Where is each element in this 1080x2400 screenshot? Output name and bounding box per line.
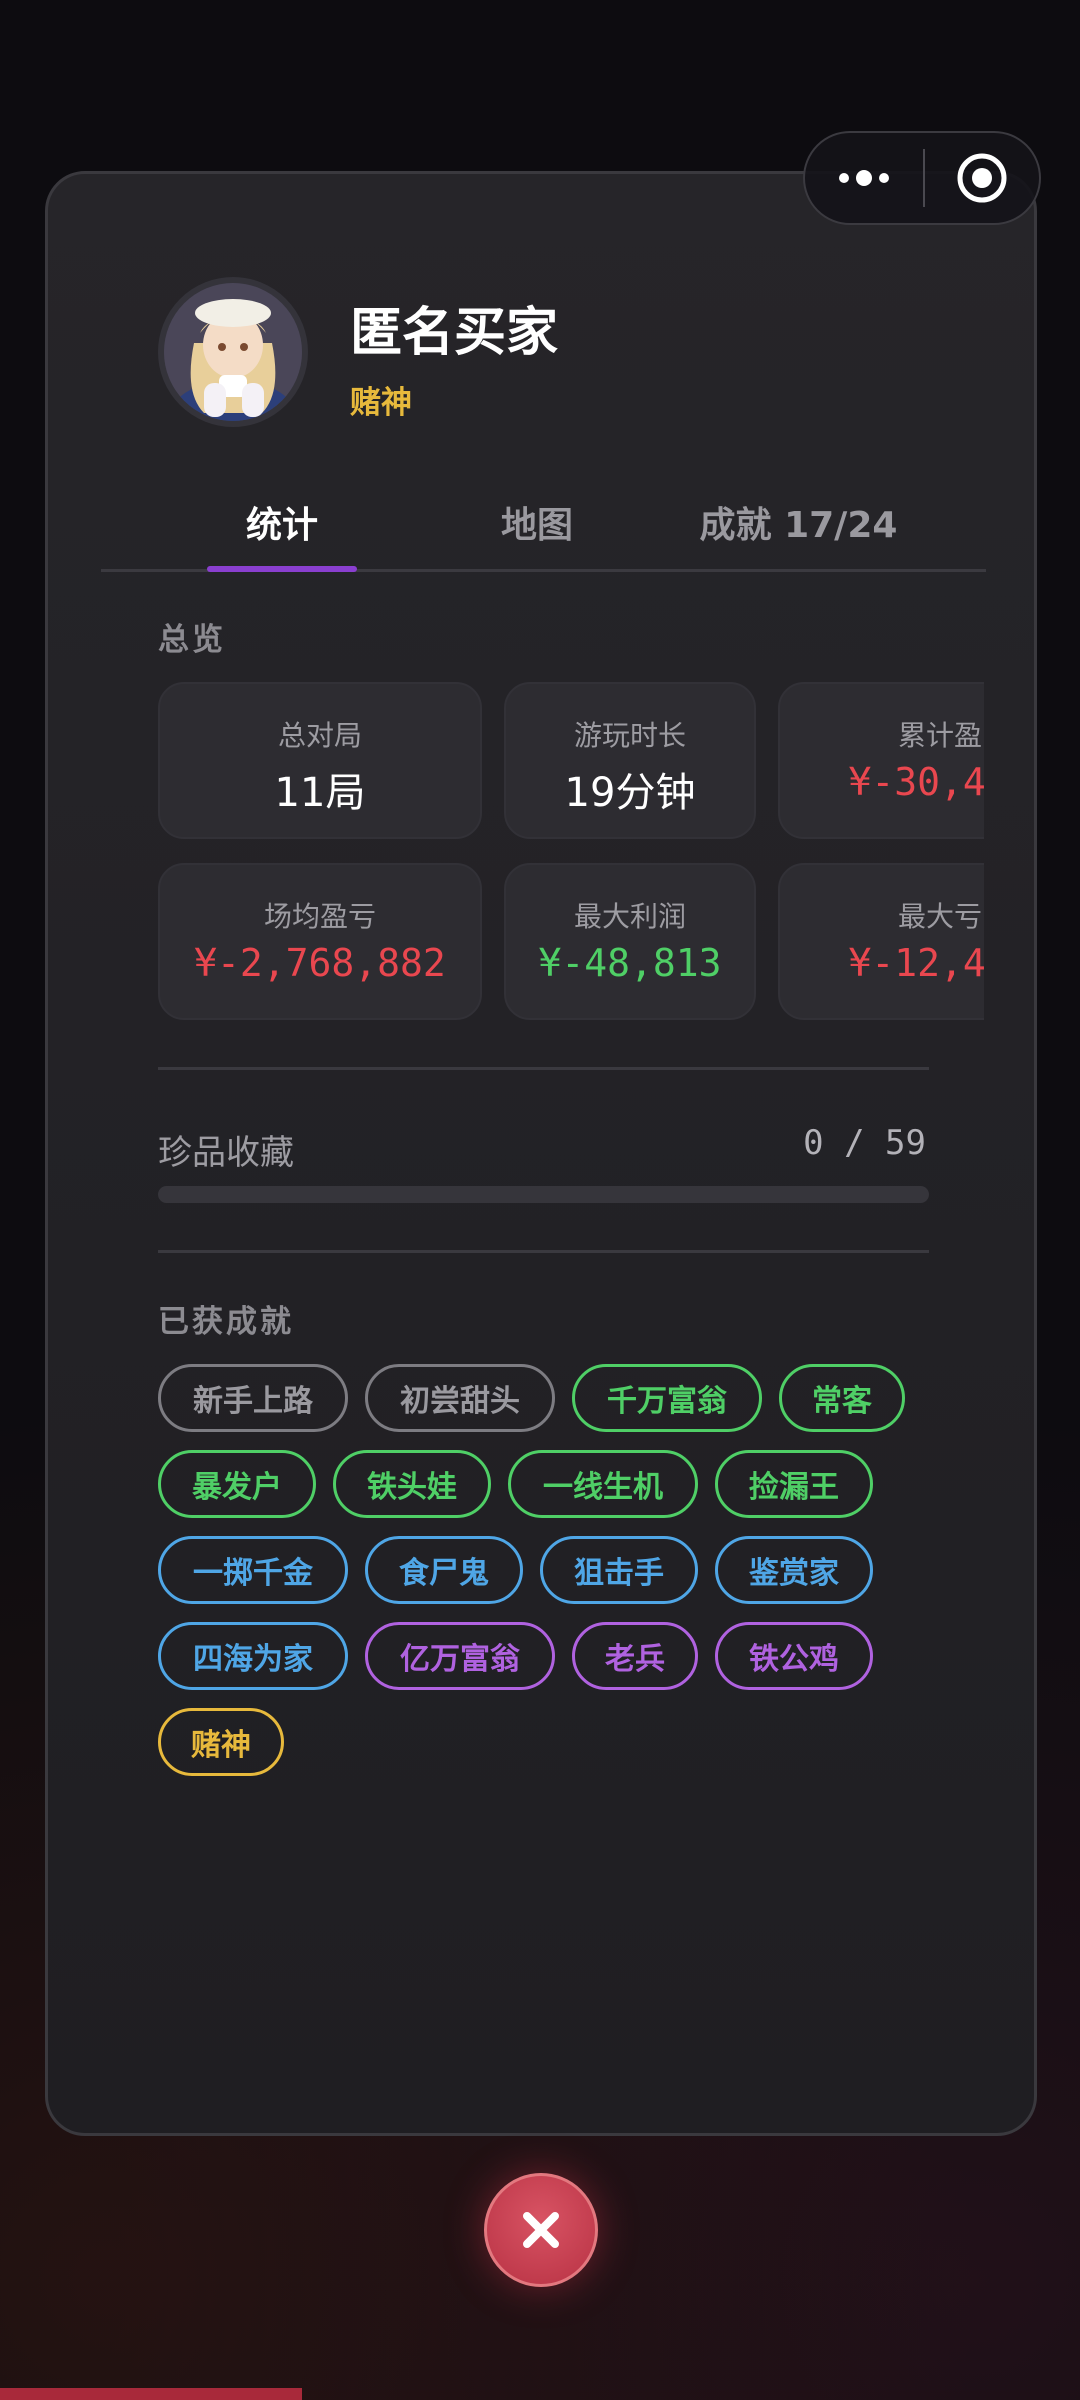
stat-play-time: 游玩时长 19分钟 [504,682,756,839]
tab-achievements[interactable]: 成就 17/24 [671,477,926,566]
bottom-strip [0,2388,302,2400]
stat-value: ¥-48,813 [538,941,722,985]
stat-max-profit: 最大利润 ¥-48,813 [504,863,756,1020]
stat-value: ¥-12,422 [848,941,984,985]
achievement-badge[interactable]: 千万富翁 [572,1364,762,1432]
stat-label: 游玩时长 [573,719,686,752]
achievement-badge[interactable]: 初尝甜头 [365,1364,555,1432]
exit-miniprogram-button[interactable] [925,133,1039,223]
achievement-badge[interactable]: 亿万富翁 [365,1622,555,1690]
stat-cumulative-profit: 累计盈 ¥-30,457 [778,682,984,839]
close-x-icon [523,2212,559,2248]
stat-label: 最大亏 [897,900,982,933]
collection-count: 0 / 59 [803,1123,926,1163]
achievement-badge[interactable]: 老兵 [572,1622,698,1690]
stat-label: 累计盈 [897,719,982,752]
tab-map-label: 地图 [500,504,573,546]
tab-map[interactable]: 地图 [426,477,648,566]
achievement-badge[interactable]: 食尸鬼 [365,1536,523,1604]
achievement-badge[interactable]: 铁公鸡 [715,1622,873,1690]
overview-heading: 总览 [158,622,226,658]
stat-value: ¥-2,768,882 [194,941,446,985]
collection-label: 珍品收藏 [158,1133,294,1173]
active-tab-indicator [207,566,357,572]
divider [158,1067,929,1070]
stat-label: 总对局 [277,719,362,752]
target-circle-icon [957,153,1007,203]
stat-label: 最大利润 [573,900,686,933]
player-name: 匿名买家 [350,303,559,363]
tab-bar: 统计 地图 成就 17/24 [101,477,986,572]
achievement-badge[interactable]: 捡漏王 [715,1450,873,1518]
achievement-badge[interactable]: 鉴赏家 [715,1536,873,1604]
divider [158,1250,929,1253]
anime-figure-avatar [164,283,302,421]
achievement-badge[interactable]: 常客 [779,1364,905,1432]
more-dots-icon [839,170,889,186]
screen: 匿名买家 赌神 统计 地图 成就 17/24 总览 总对局 11局 游玩时长 1… [0,0,1080,2400]
tab-stats[interactable]: 统计 [171,477,393,572]
stat-value: ¥-30,457 [848,760,984,804]
achievement-badge[interactable]: 一掷千金 [158,1536,348,1604]
close-button[interactable] [484,2173,598,2287]
stat-total-games: 总对局 11局 [158,682,482,839]
achievement-badge[interactable]: 铁头娃 [333,1450,491,1518]
avatar [158,277,308,427]
achievement-badge[interactable]: 一线生机 [508,1450,698,1518]
achievement-badge[interactable]: 狙击手 [540,1536,698,1604]
more-options-button[interactable] [805,133,923,223]
profile-card: 匿名买家 赌神 统计 地图 成就 17/24 总览 总对局 11局 游玩时长 1… [45,171,1037,2136]
stat-label: 场均盈亏 [263,900,376,933]
achievement-badge[interactable]: 四海为家 [158,1622,348,1690]
stat-average-profit: 场均盈亏 ¥-2,768,882 [158,863,482,1020]
tab-stats-label: 统计 [245,504,318,546]
achievement-badge[interactable]: 新手上路 [158,1364,348,1432]
achievements-heading: 已获成就 [158,1304,294,1340]
stat-max-loss: 最大亏 ¥-12,422 [778,863,984,1020]
stat-value: 19分钟 [564,770,696,816]
stats-grid[interactable]: 总对局 11局 游玩时长 19分钟 累计盈 ¥-30,457 场均盈亏 ¥-2,… [158,682,984,1022]
tab-achievements-label: 成就 17/24 [699,504,898,546]
achievement-badge[interactable]: 暴发户 [158,1450,316,1518]
achievement-badge[interactable]: 赌神 [158,1708,284,1776]
player-title: 赌神 [350,385,412,421]
mini-program-capsule [803,131,1041,225]
stat-value: 11局 [274,770,366,816]
collection-progress [158,1186,929,1203]
